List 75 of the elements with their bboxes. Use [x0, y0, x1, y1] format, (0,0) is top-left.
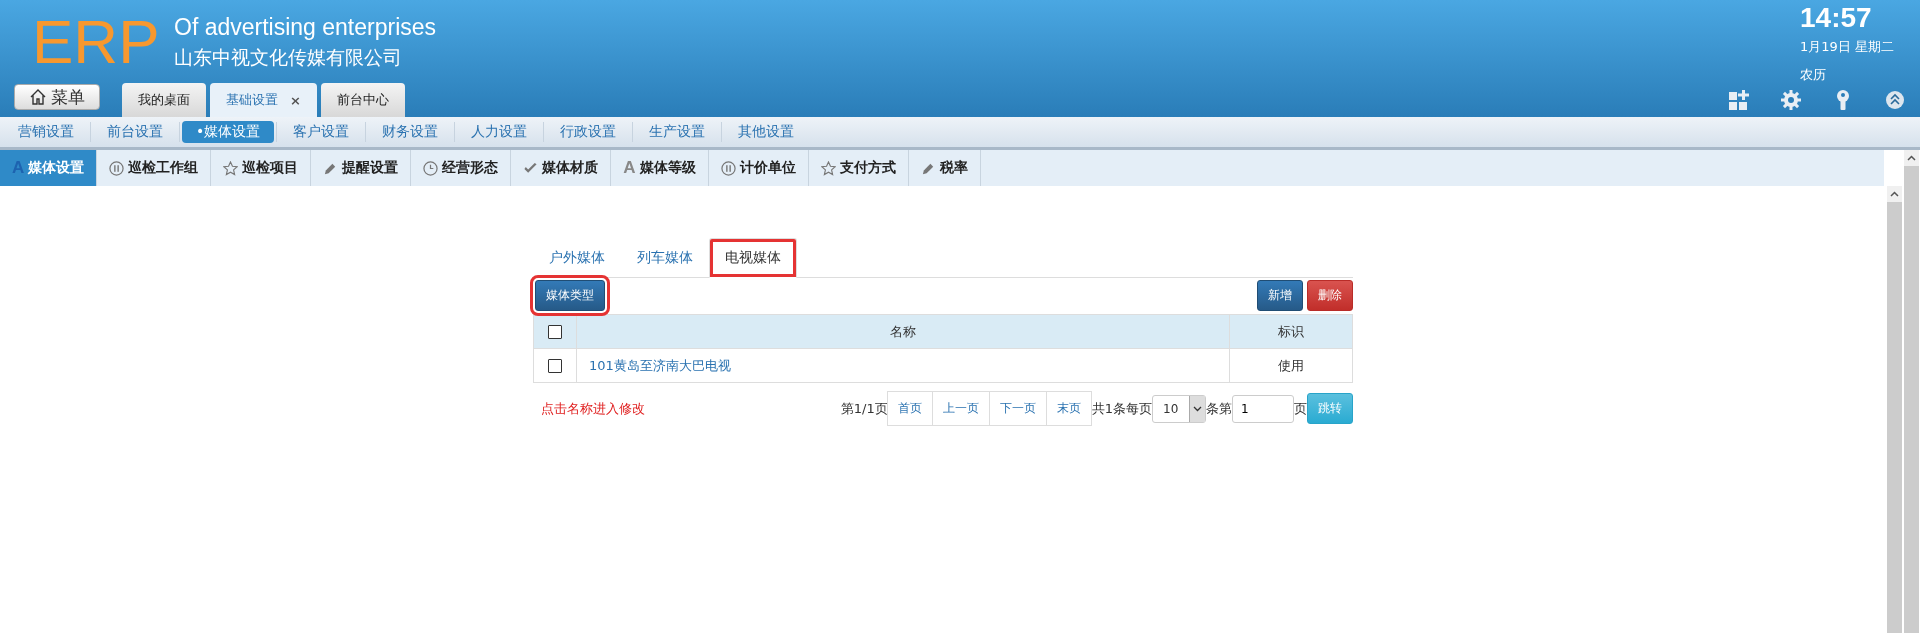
page-input[interactable]: 1 — [1232, 394, 1294, 423]
sub-nav-tab[interactable]: 巡检工作组 — [97, 150, 212, 186]
sub-nav-tab[interactable]: 经营形态 — [411, 150, 512, 186]
caret-icon — [1193, 405, 1202, 412]
sub-nav-label: 媒体材质 — [542, 159, 599, 177]
sub-nav-label: 媒体等级 — [639, 159, 696, 177]
clock-icon — [423, 160, 439, 176]
page-label: 页 — [1294, 399, 1307, 418]
sub-nav-label: 税率 — [939, 159, 968, 177]
pager-button[interactable]: 末页 — [1045, 391, 1092, 426]
pager-button[interactable]: 下一页 — [988, 391, 1047, 426]
sub-nav-tab[interactable]: 税率 — [908, 150, 981, 186]
pause-circle-icon — [720, 160, 736, 176]
media-tab[interactable]: 户外媒体 — [533, 238, 621, 278]
date-text: 1月19日 星期二 — [1800, 38, 1894, 56]
menu-button[interactable]: 菜单 — [14, 84, 100, 110]
pager-button[interactable]: 首页 — [886, 391, 933, 426]
sub-nav-label: 提醒设置 — [342, 159, 399, 177]
module-tab[interactable]: 行政设置 — [546, 121, 631, 143]
sub-nav-label: 计价单位 — [739, 159, 796, 177]
page-info: 第1/1页 — [840, 399, 888, 418]
media-tab[interactable]: 列车媒体 — [621, 238, 709, 278]
sub-nav-tab[interactable]: 支付方式 — [808, 150, 909, 186]
sub-nav-tab[interactable]: 巡检项目 — [211, 150, 312, 186]
checkbox[interactable] — [548, 359, 562, 374]
scroll-up-icon[interactable] — [1890, 191, 1899, 197]
add-button[interactable]: 新增 — [1257, 280, 1303, 311]
sub-nav-tab[interactable]: A 媒体等级 — [611, 150, 709, 186]
media-tab[interactable]: 电视媒体 — [709, 238, 797, 278]
name-link[interactable]: 101黄岛至济南大巴电视 — [583, 357, 731, 373]
table-cell: 使用 — [1229, 348, 1353, 383]
delete-button[interactable]: 删除 — [1307, 280, 1353, 311]
add-widget-icon[interactable] — [1728, 89, 1750, 111]
module-tab[interactable]: •媒体设置 — [182, 121, 275, 143]
company-name: 山东中视文化传媒有限公司 — [174, 45, 403, 70]
sub-nav-label: 支付方式 — [839, 159, 896, 177]
module-tab[interactable]: 财务设置 — [368, 121, 453, 143]
home-icon — [29, 88, 47, 106]
module-tab[interactable]: 营销设置 — [4, 121, 88, 143]
sub-nav-tab[interactable]: 提醒设置 — [311, 150, 412, 186]
column-header: 标识 — [1229, 314, 1353, 349]
hint-text: 点击名称进入修改 — [541, 399, 645, 418]
scrollbar[interactable] — [1887, 186, 1902, 633]
checkbox[interactable] — [548, 325, 562, 340]
top-tab[interactable]: 前台中心 — [320, 83, 405, 117]
module-tab[interactable]: 其他设置 — [724, 121, 809, 143]
letter-a-icon: A — [623, 158, 636, 178]
collapse-icon[interactable] — [1884, 89, 1906, 111]
lunar-calendar-link[interactable]: 农历 — [1800, 66, 1826, 84]
scrollbar[interactable] — [1904, 150, 1919, 633]
module-tab[interactable]: 人力设置 — [457, 121, 542, 143]
star-icon — [820, 160, 836, 176]
module-tab[interactable]: 客户设置 — [279, 121, 364, 143]
app-subtitle: Of advertising enterprises — [174, 14, 437, 41]
total-text: 共1条每页 — [1091, 399, 1152, 418]
star-icon — [223, 160, 239, 176]
sub-nav-label: 经营形态 — [442, 159, 499, 177]
sub-nav-label: 巡检工作组 — [128, 159, 199, 177]
pause-circle-icon — [109, 160, 125, 176]
logo: ERP — [31, 6, 161, 78]
module-tab[interactable]: 前台设置 — [93, 121, 177, 143]
sub-nav-label: 媒体设置 — [28, 159, 85, 177]
close-icon[interactable]: × — [290, 92, 301, 108]
clock-time: 14:57 — [1800, 2, 1872, 34]
top-tab[interactable]: 基础设置 × — [210, 83, 317, 117]
module-tab[interactable]: 生产设置 — [635, 121, 720, 143]
sub-nav-tab[interactable]: 计价单位 — [708, 150, 809, 186]
page-size-select[interactable]: 10 — [1152, 394, 1206, 423]
column-header: 名称 — [576, 314, 1230, 349]
pager-button[interactable]: 上一页 — [931, 391, 990, 426]
sub-nav-label: 巡检项目 — [242, 159, 299, 177]
scroll-up-icon[interactable] — [1907, 155, 1916, 161]
sub-nav-tab[interactable]: 媒体材质 — [511, 150, 612, 186]
top-tab[interactable]: 我的桌面 — [122, 83, 206, 117]
row-label: 条第 — [1206, 399, 1232, 418]
